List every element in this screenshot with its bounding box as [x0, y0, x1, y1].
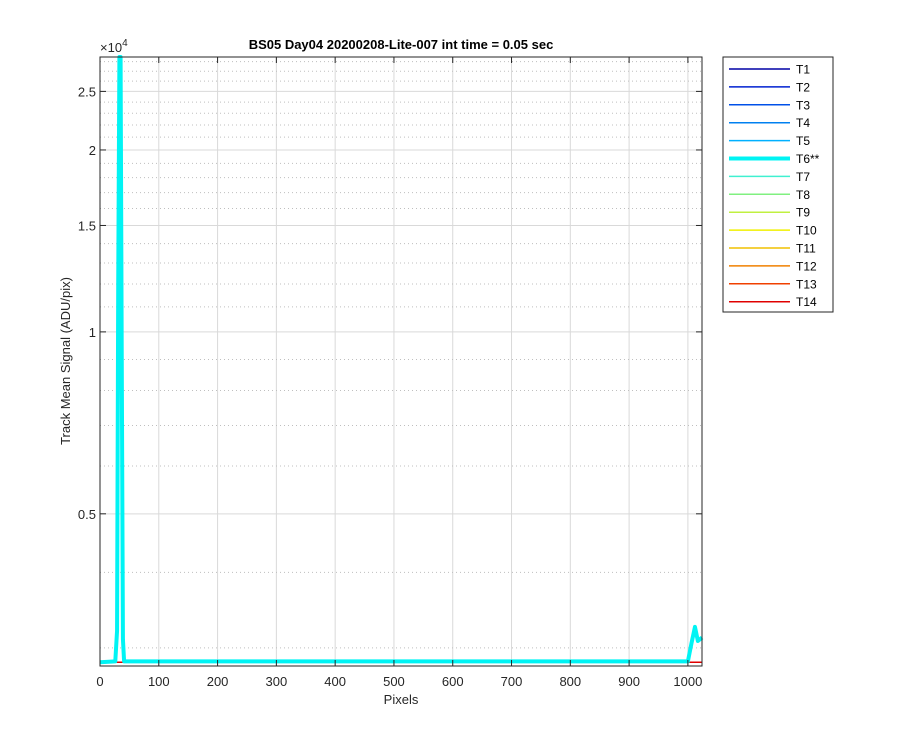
legend-label-T10: T10	[796, 224, 817, 238]
legend-label-T1: T1	[796, 63, 810, 77]
y-tick-label: 2	[89, 143, 96, 158]
y-tick-label: 1.5	[78, 218, 96, 233]
y-axis-label: Track Mean Signal (ADU/pix)	[58, 277, 73, 445]
legend: T1 T2 T3 T4 T5 T6** T7 T8 T9 T10 T11 T12 T13 T14	[722, 56, 834, 313]
y-exponent-power: 4	[122, 38, 128, 49]
legend-label-T8: T8	[796, 188, 810, 202]
y-tick-label: 2.5	[78, 84, 96, 99]
y-tick-label: 0.5	[78, 507, 96, 522]
legend-label-T3: T3	[796, 98, 810, 112]
chart-title: BS05 Day04 20200208-Lite-007 int time = …	[249, 37, 554, 52]
legend-label-T9: T9	[796, 206, 810, 220]
x-tick-label: 700	[501, 674, 523, 689]
x-tick-label: 500	[383, 674, 405, 689]
x-tick-label: 300	[266, 674, 288, 689]
legend-label-T2: T2	[796, 80, 810, 94]
plot-area-background	[100, 57, 702, 666]
x-tick-label: 800	[559, 674, 581, 689]
x-tick-label: 600	[442, 674, 464, 689]
x-tick-label: 100	[148, 674, 170, 689]
x-tick-label: 900	[618, 674, 640, 689]
y-exponent-base: ×10	[100, 40, 122, 55]
legend-label-T7: T7	[796, 170, 810, 184]
legend-label-T4: T4	[796, 116, 810, 130]
legend-label-T6: T6**	[796, 152, 820, 166]
legend-label-T5: T5	[796, 134, 810, 148]
y-tick-label: 1	[89, 325, 96, 340]
x-tick-label: 1000	[673, 674, 702, 689]
x-axis-label: Pixels	[384, 692, 419, 707]
legend-label-T12: T12	[796, 259, 817, 273]
legend-label-T13: T13	[796, 277, 817, 291]
legend-box	[722, 56, 834, 313]
x-tick-label: 0	[96, 674, 103, 689]
chart-canvas: 0 100 200 300 400 500 600 700 800 900 1000 0.5 1 1.5…	[0, 0, 900, 750]
x-tick-label: 200	[207, 674, 229, 689]
legend-label-T14: T14	[796, 295, 817, 309]
legend-label-T11: T11	[796, 242, 816, 256]
x-tick-label: 400	[324, 674, 346, 689]
